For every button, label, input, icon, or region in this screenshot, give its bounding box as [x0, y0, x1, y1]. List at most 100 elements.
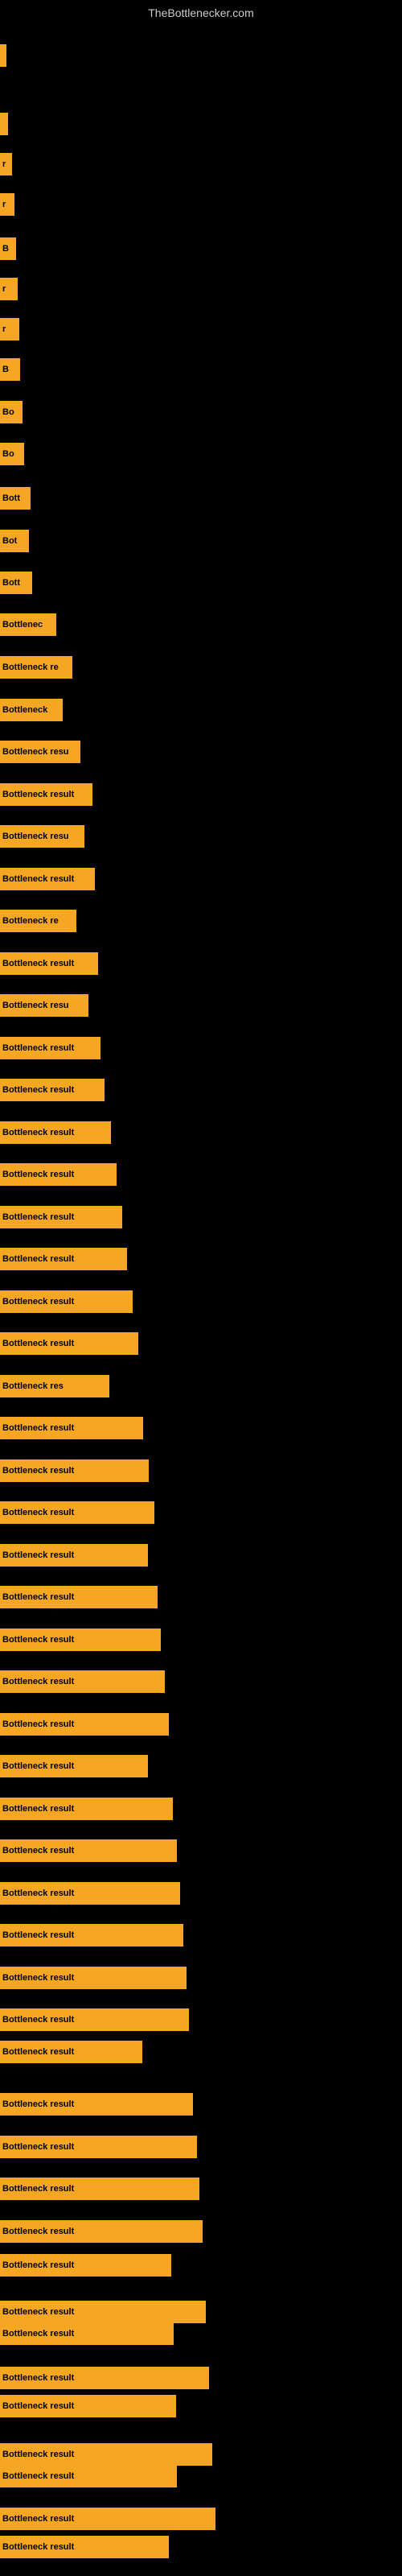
bar-row-44: Bottleneck result [0, 1924, 183, 1946]
bar-row-57: Bottleneck result [0, 2443, 212, 2466]
bar-label-2: r [2, 159, 6, 169]
bar-47: Bottleneck result [0, 2041, 142, 2063]
bar-row-26: Bottleneck result [0, 1163, 117, 1186]
bar-label-23: Bottleneck result [2, 1043, 74, 1053]
bar-label-26: Bottleneck result [2, 1170, 74, 1179]
bar-row-39: Bottleneck result [0, 1713, 169, 1736]
bar-row-40: Bottleneck result [0, 1755, 148, 1777]
bar-label-55: Bottleneck result [2, 2373, 74, 2383]
bar-row-16: Bottleneck resu [0, 741, 80, 763]
bar-46: Bottleneck result [0, 2008, 189, 2031]
bar-row-13: Bottlenec [0, 613, 56, 636]
bar-row-22: Bottleneck resu [0, 994, 88, 1017]
bar-57: Bottleneck result [0, 2443, 212, 2466]
bar-37: Bottleneck result [0, 1629, 161, 1651]
bar-row-55: Bottleneck result [0, 2367, 209, 2389]
bar-row-29: Bottleneck result [0, 1290, 133, 1313]
bar-19: Bottleneck result [0, 868, 95, 890]
bar-label-59: Bottleneck result [2, 2514, 74, 2524]
bar-row-37: Bottleneck result [0, 1629, 161, 1651]
bar-54: Bottleneck result [0, 2322, 174, 2345]
bar-label-15: Bottleneck [2, 705, 47, 715]
bar-row-12: Bott [0, 572, 32, 594]
bar-label-39: Bottleneck result [2, 1719, 74, 1729]
bar-label-22: Bottleneck resu [2, 1001, 69, 1010]
bar-29: Bottleneck result [0, 1290, 133, 1313]
bar-label-36: Bottleneck result [2, 1592, 74, 1602]
bar-label-44: Bottleneck result [2, 1930, 74, 1940]
bar-row-32: Bottleneck result [0, 1417, 143, 1439]
bar-56: Bottleneck result [0, 2395, 176, 2417]
bar-35: Bottleneck result [0, 1544, 148, 1567]
bar-label-8: Bo [2, 407, 14, 417]
bar-label-25: Bottleneck result [2, 1128, 74, 1137]
bar-label-42: Bottleneck result [2, 1846, 74, 1856]
bar-row-33: Bottleneck result [0, 1459, 149, 1482]
bar-label-33: Bottleneck result [2, 1466, 74, 1476]
bar-38: Bottleneck result [0, 1670, 165, 1693]
bar-row-11: Bot [0, 530, 29, 552]
bar-label-30: Bottleneck result [2, 1339, 74, 1348]
bar-label-19: Bottleneck result [2, 874, 74, 884]
bar-row-52: Bottleneck result [0, 2254, 171, 2277]
bar-label-37: Bottleneck result [2, 1635, 74, 1645]
bar-row-58: Bottleneck result [0, 2465, 177, 2487]
bar-row-51: Bottleneck result [0, 2220, 203, 2243]
bar-label-31: Bottleneck res [2, 1381, 64, 1391]
bar-2: r [0, 153, 12, 175]
bar-row-27: Bottleneck result [0, 1206, 122, 1228]
bar-label-45: Bottleneck result [2, 1973, 74, 1983]
site-title: TheBottlenecker.com [148, 6, 254, 19]
bar-36: Bottleneck result [0, 1586, 158, 1608]
bar-32: Bottleneck result [0, 1417, 143, 1439]
bar-21: Bottleneck result [0, 952, 98, 975]
bar-28: Bottleneck result [0, 1248, 127, 1270]
bar-30: Bottleneck result [0, 1332, 138, 1355]
bar-43: Bottleneck result [0, 1882, 180, 1905]
bar-13: Bottlenec [0, 613, 56, 636]
bar-row-50: Bottleneck result [0, 2178, 199, 2200]
bar-10: Bott [0, 487, 31, 510]
bar-row-36: Bottleneck result [0, 1586, 158, 1608]
bar-row-59: Bottleneck result [0, 2508, 215, 2530]
bar-row-23: Bottleneck result [0, 1037, 100, 1059]
bar-label-53: Bottleneck result [2, 2307, 74, 2317]
bar-label-20: Bottleneck re [2, 916, 59, 926]
bar-label-14: Bottleneck re [2, 663, 59, 672]
bar-row-10: Bott [0, 487, 31, 510]
bar-label-40: Bottleneck result [2, 1761, 74, 1771]
bar-25: Bottleneck result [0, 1121, 111, 1144]
bar-row-38: Bottleneck result [0, 1670, 165, 1693]
bar-40: Bottleneck result [0, 1755, 148, 1777]
bar-label-13: Bottlenec [2, 620, 43, 630]
bar-row-3: r [0, 193, 14, 216]
bar-row-46: Bottleneck result [0, 2008, 189, 2031]
bar-7: B [0, 358, 20, 381]
bar-18: Bottleneck resu [0, 825, 84, 848]
bar-label-49: Bottleneck result [2, 2142, 74, 2152]
bar-label-6: r [2, 324, 6, 334]
bar-20: Bottleneck re [0, 910, 76, 932]
bar-5: r [0, 278, 18, 300]
bar-row-14: Bottleneck re [0, 656, 72, 679]
bar-row-20: Bottleneck re [0, 910, 76, 932]
bar-58: Bottleneck result [0, 2465, 177, 2487]
bar-label-41: Bottleneck result [2, 1804, 74, 1814]
bar-label-12: Bott [2, 578, 20, 588]
bar-row-49: Bottleneck result [0, 2136, 197, 2158]
bar-label-38: Bottleneck result [2, 1677, 74, 1686]
bar-label-48: Bottleneck result [2, 2099, 74, 2109]
bar-row-60: Bottleneck result [0, 2536, 169, 2558]
bar-44: Bottleneck result [0, 1924, 183, 1946]
bar-row-43: Bottleneck result [0, 1882, 180, 1905]
bar-label-58: Bottleneck result [2, 2471, 74, 2481]
bar-row-7: B [0, 358, 20, 381]
bar-label-18: Bottleneck resu [2, 832, 69, 841]
bar-row-0 [0, 44, 6, 67]
bar-row-1 [0, 113, 8, 135]
bar-label-11: Bot [2, 536, 17, 546]
bar-label-46: Bottleneck result [2, 2015, 74, 2025]
bar-59: Bottleneck result [0, 2508, 215, 2530]
bar-55: Bottleneck result [0, 2367, 209, 2389]
bar-label-27: Bottleneck result [2, 1212, 74, 1222]
